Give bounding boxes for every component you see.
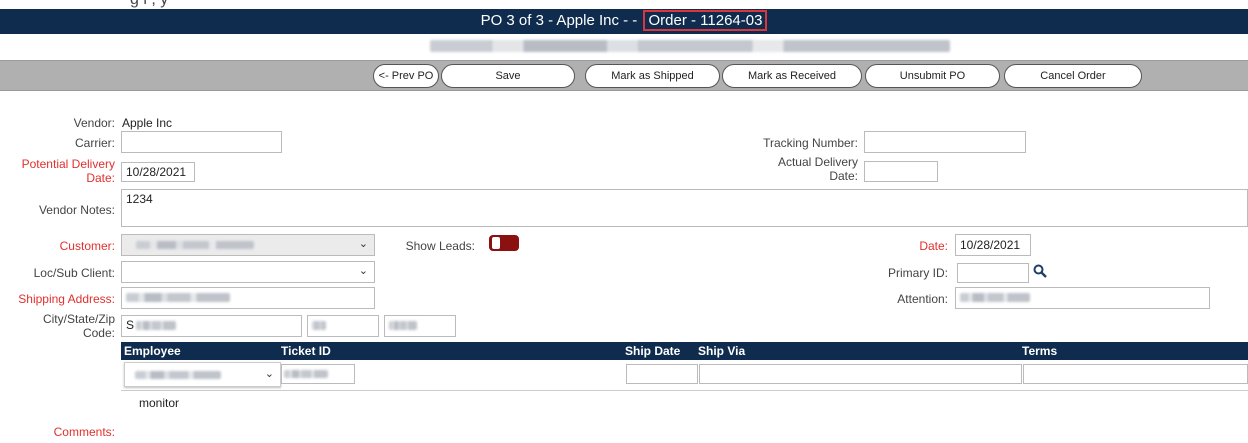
vendor-label: Vendor: (73, 116, 115, 130)
carrier-input[interactable] (121, 131, 282, 153)
potential-delivery-date-input[interactable] (121, 162, 195, 182)
show-leads-label: Show Leads: (405, 239, 475, 253)
attention-label: Attention: (897, 292, 948, 306)
redacted-zip (389, 321, 417, 330)
terms-input[interactable] (1023, 364, 1248, 384)
employee-select[interactable]: ⌄ (124, 362, 281, 387)
date-label: Date: (919, 239, 948, 253)
potential-delivery-date-label: Potential Delivery Date: (0, 157, 115, 185)
zip-input[interactable] (384, 315, 456, 337)
customer-label: Customer: (59, 239, 115, 253)
carrier-label: Carrier: (74, 136, 115, 150)
loc-sub-client-label: Loc/Sub Client: (33, 266, 115, 280)
page-title: PO 3 of 3 - Apple Inc - - Order - 11264-… (0, 10, 1248, 31)
order-number: Order - 11264-03 (643, 10, 768, 31)
chevron-down-icon: ⌄ (358, 265, 368, 277)
mark-shipped-button[interactable]: Mark as Shipped (585, 64, 720, 88)
redacted-employee (135, 371, 221, 379)
city-prefix: S (126, 318, 135, 332)
toggle-knob (492, 237, 500, 249)
customer-select[interactable]: ⌄ (121, 234, 375, 256)
primary-id-input[interactable] (957, 263, 1029, 283)
comments-label: Comments: (53, 425, 115, 439)
shipping-address-label: Shipping Address: (18, 292, 115, 306)
title-bar: PO 3 of 3 - Apple Inc - - Order - 11264-… (0, 9, 1248, 34)
unsubmit-po-button[interactable]: Unsubmit PO (865, 64, 1000, 88)
cancel-order-button[interactable]: Cancel Order (1004, 64, 1142, 88)
search-icon[interactable] (1033, 264, 1047, 278)
tracking-number-input[interactable] (864, 131, 1026, 153)
actual-delivery-label-line2: Date: (829, 169, 858, 183)
city-input[interactable]: S (121, 315, 302, 337)
city-state-zip-label: City/State/Zip Code: (0, 312, 115, 340)
col-terms: Terms (1022, 344, 1058, 358)
actual-delivery-date-input[interactable] (864, 161, 938, 182)
vendor-value: Apple Inc (122, 116, 173, 130)
actual-delivery-date-label: Actual Delivery Date: (700, 155, 858, 183)
top-cut-fragment: g i , y (130, 0, 168, 9)
city-label-line2: Code: (82, 326, 115, 340)
potential-delivery-label-line1: Potential Delivery (21, 157, 115, 171)
comments-area[interactable] (121, 392, 1248, 443)
col-ticket-id: Ticket ID (281, 344, 331, 358)
chevron-down-icon: ⌄ (264, 368, 274, 380)
vendor-notes-textarea[interactable]: 1234 (121, 189, 1248, 227)
redacted-attention (960, 293, 1030, 302)
redacted-city (136, 321, 176, 330)
show-leads-toggle[interactable] (489, 235, 519, 251)
ticket-id-input[interactable] (281, 364, 355, 384)
attention-input[interactable] (955, 287, 1210, 309)
state-input[interactable] (307, 315, 379, 337)
po-title: PO 3 of 3 - Apple Inc - - (480, 12, 638, 29)
actual-delivery-label-line1: Actual Delivery (777, 155, 858, 169)
divider (121, 390, 1248, 391)
save-button[interactable]: Save (441, 64, 575, 88)
primary-id-label: Primary ID: (888, 266, 948, 280)
grid-header: Employee Ticket ID Ship Date Ship Via Te… (121, 342, 1248, 360)
col-ship-via: Ship Via (698, 344, 746, 358)
sub-header (0, 34, 1248, 61)
mark-received-button[interactable]: Mark as Received (722, 64, 862, 88)
action-toolbar: <- Prev PO Save Mark as Shipped Mark as … (0, 60, 1248, 91)
loc-sub-client-select[interactable]: ⌄ (121, 261, 375, 283)
top-cut-text: g i , y (0, 0, 1248, 9)
ship-date-input[interactable] (626, 364, 698, 384)
chevron-down-icon: ⌄ (358, 238, 368, 250)
redacted-ticket (284, 370, 328, 378)
redacted-address (126, 293, 230, 302)
prev-po-button[interactable]: <- Prev PO (373, 64, 439, 88)
col-ship-date: Ship Date (625, 344, 681, 358)
ship-via-input[interactable] (699, 364, 1022, 384)
redacted-subtitle (430, 40, 950, 52)
tracking-number-label: Tracking Number: (763, 136, 858, 150)
vendor-notes-label: Vendor Notes: (38, 203, 115, 217)
redacted-state (312, 321, 326, 330)
col-employee: Employee (124, 344, 181, 358)
shipping-address-input[interactable] (121, 287, 375, 309)
redacted-customer (136, 241, 254, 249)
city-label-line1: City/State/Zip (42, 312, 115, 326)
date-input[interactable] (955, 234, 1031, 256)
potential-delivery-label-line2: Date: (86, 171, 115, 185)
